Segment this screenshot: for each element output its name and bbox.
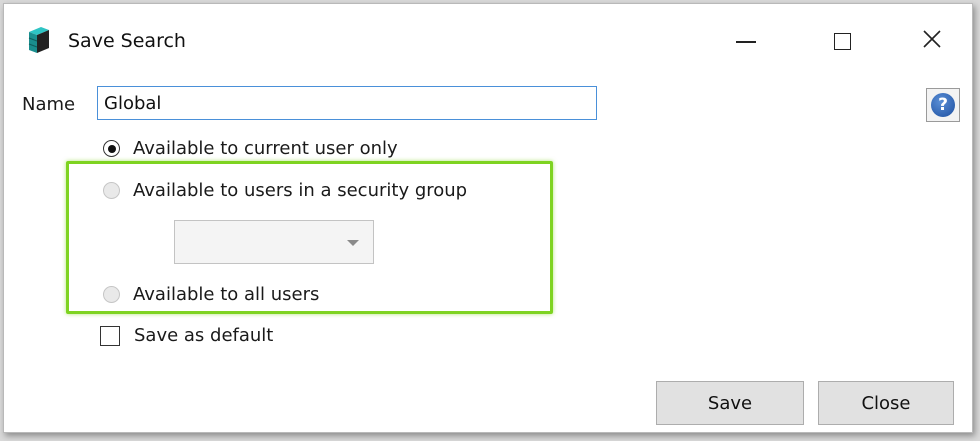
close-button[interactable]: Close <box>818 381 954 425</box>
option-all-users[interactable]: Available to all users <box>103 284 319 305</box>
chevron-down-icon <box>347 240 359 246</box>
save-as-default-checkbox[interactable] <box>100 325 120 346</box>
save-button[interactable]: Save <box>656 381 804 425</box>
title-bar: Save Search <box>4 4 972 74</box>
save-as-default-label: Save as default <box>134 325 274 346</box>
help-icon: ? <box>931 93 955 117</box>
close-window-button[interactable] <box>900 18 964 64</box>
close-icon <box>923 30 941 52</box>
minimize-icon <box>736 41 756 43</box>
help-button[interactable]: ? <box>926 88 960 122</box>
radio-security-group[interactable] <box>103 182 120 199</box>
window-title: Save Search <box>68 30 186 52</box>
maximize-button[interactable] <box>810 18 874 64</box>
radio-current-user[interactable] <box>103 140 120 157</box>
option-security-group-label: Available to users in a security group <box>133 180 468 201</box>
security-group-select[interactable] <box>174 220 374 264</box>
option-security-group[interactable]: Available to users in a security group <box>103 180 467 201</box>
maximize-icon <box>833 32 851 50</box>
option-current-user[interactable]: Available to current user only <box>103 138 398 159</box>
option-all-users-label: Available to all users <box>133 284 320 305</box>
save-as-default-row[interactable]: Save as default <box>100 325 273 346</box>
save-search-dialog: Save Search Name ? Available to current … <box>3 3 973 433</box>
name-input[interactable] <box>97 86 597 120</box>
minimize-button[interactable] <box>714 18 778 64</box>
name-label: Name <box>22 94 76 115</box>
radio-all-users[interactable] <box>103 286 120 303</box>
option-current-user-label: Available to current user only <box>133 138 398 159</box>
stacked-database-icon <box>26 26 52 54</box>
